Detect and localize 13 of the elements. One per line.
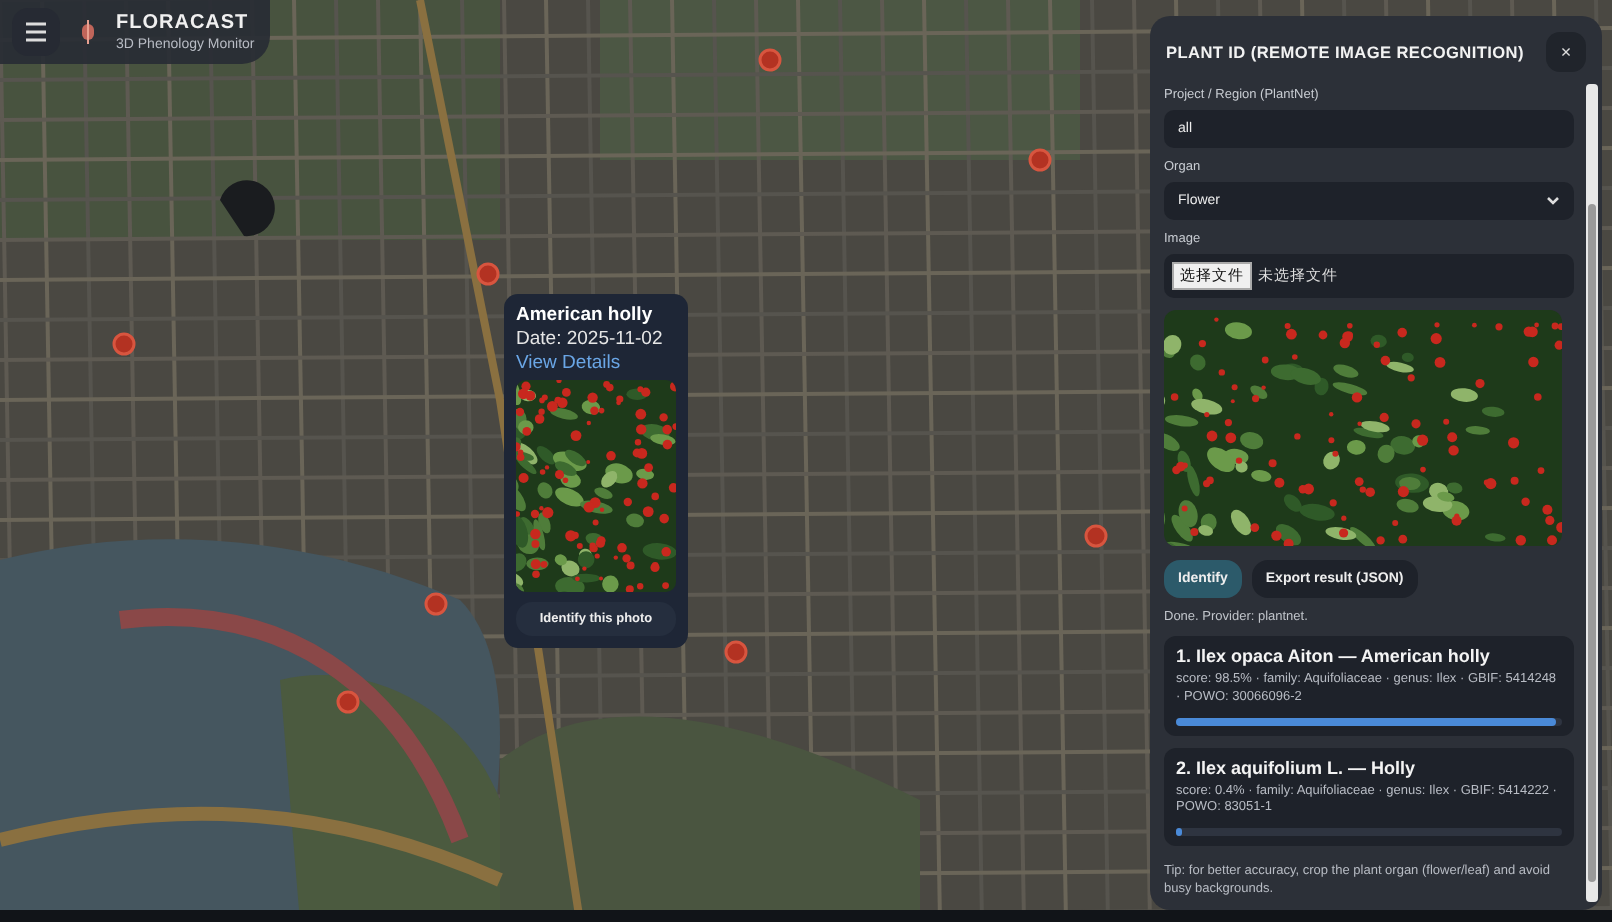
menu-button[interactable] bbox=[12, 8, 60, 56]
panel-title: PLANT ID (REMOTE IMAGE RECOGNITION) bbox=[1166, 42, 1524, 62]
close-button[interactable]: × bbox=[1546, 32, 1586, 72]
view-details-link[interactable]: View Details bbox=[516, 352, 676, 374]
popup-date: Date: 2025-11-02 bbox=[516, 328, 665, 350]
result-title: 1. Ilex opaca Aiton — American holly bbox=[1176, 646, 1492, 666]
menu-icon bbox=[24, 22, 48, 42]
popup-title: American holly bbox=[516, 304, 655, 326]
result-title: 2. Ilex aquifolium L. — Holly bbox=[1176, 757, 1418, 778]
scrollbar[interactable] bbox=[1586, 84, 1598, 902]
plant-logo-icon bbox=[80, 20, 96, 44]
chevron-down-icon bbox=[1546, 196, 1560, 206]
app-title: FLORACAST bbox=[116, 12, 251, 34]
